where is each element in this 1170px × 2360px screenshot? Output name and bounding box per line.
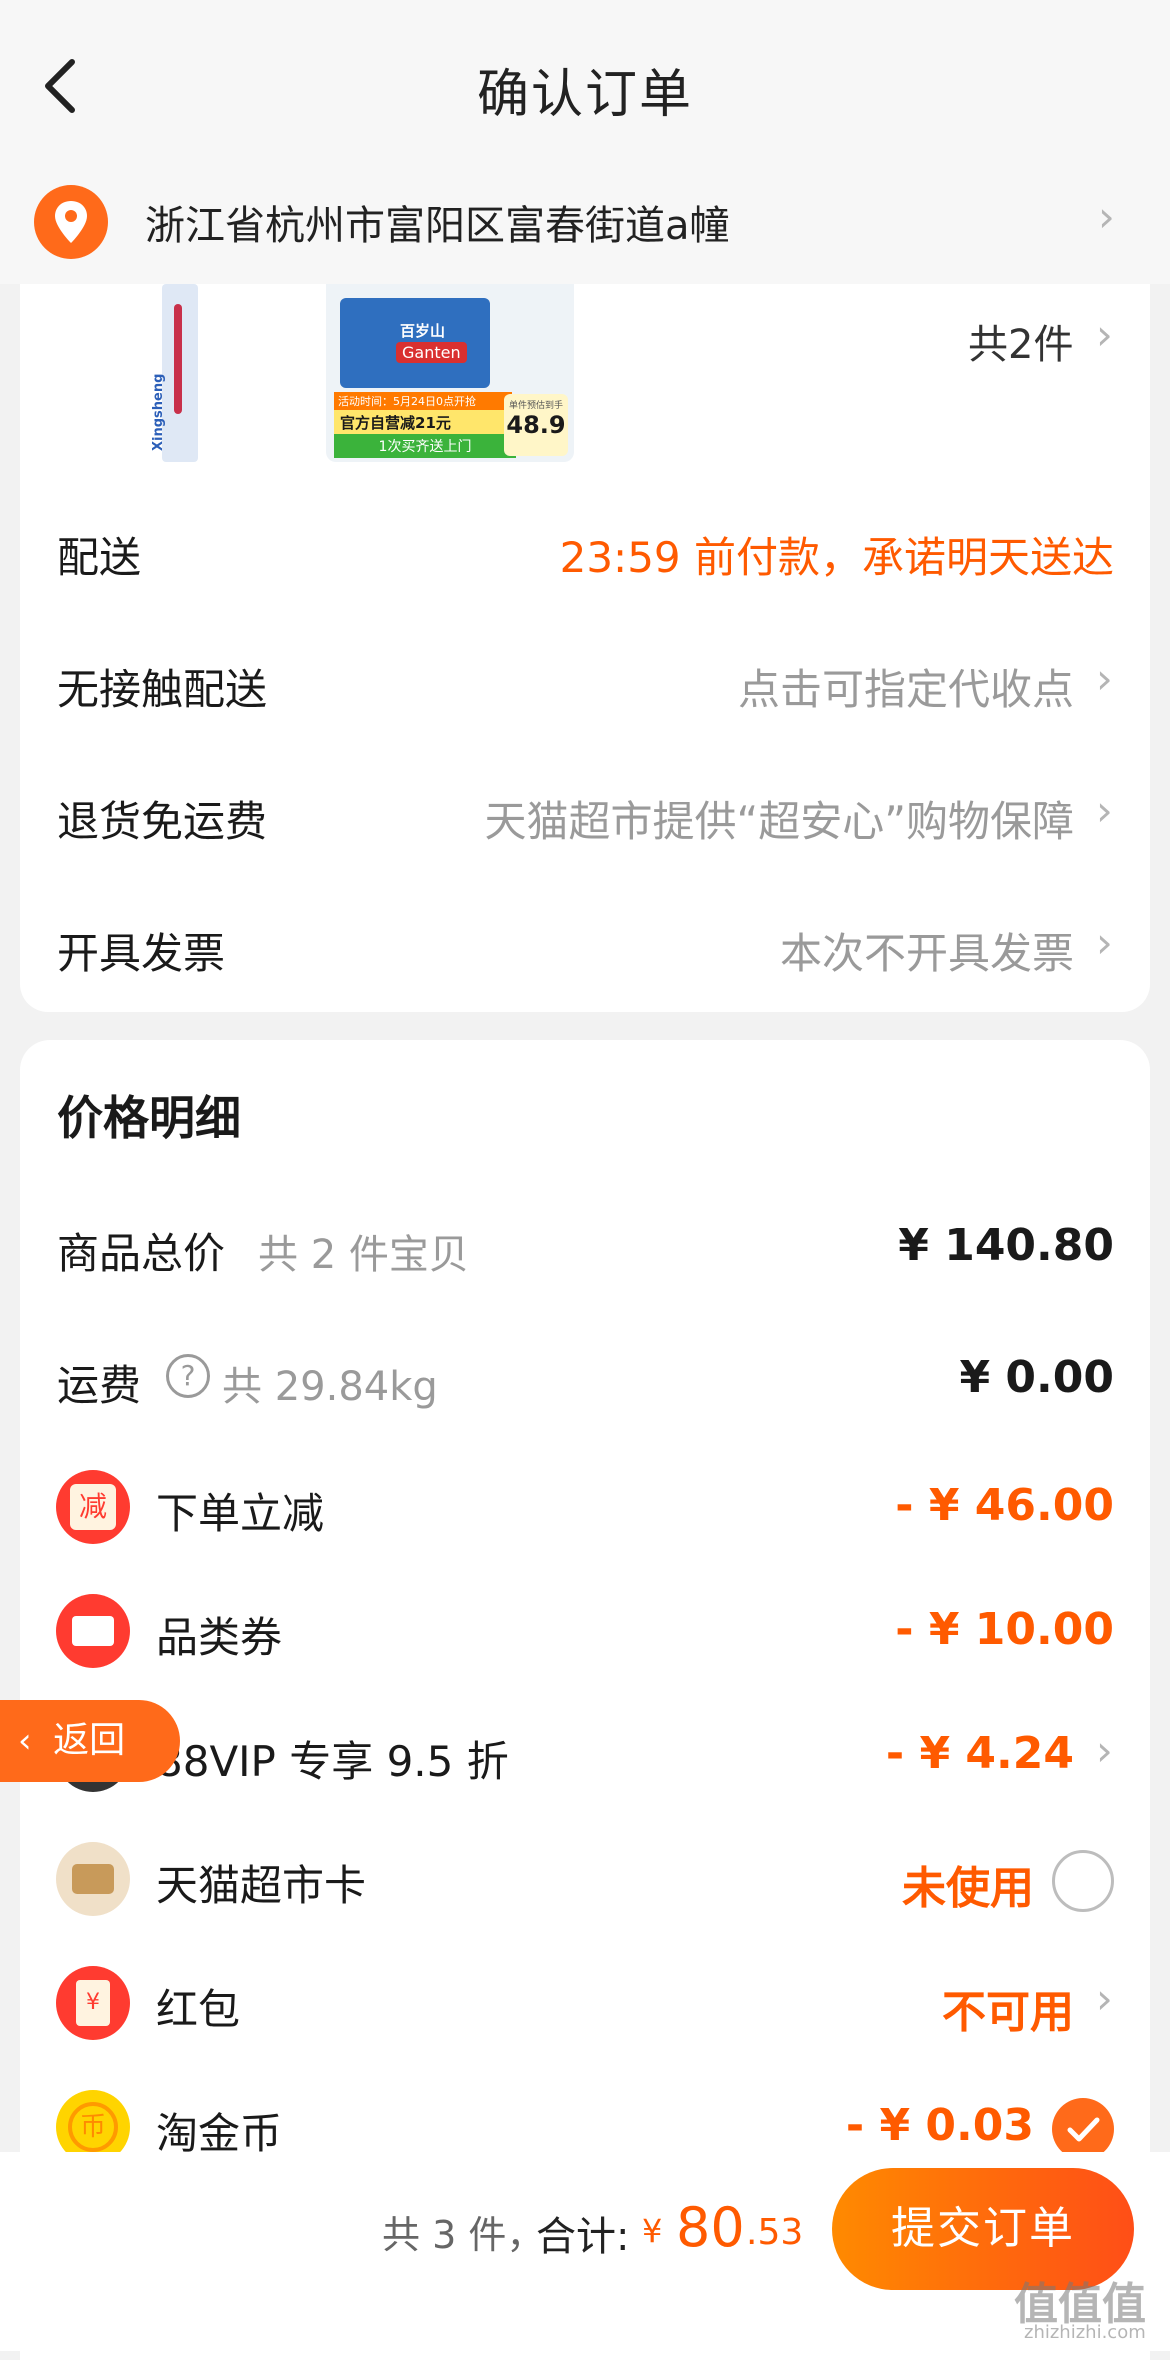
promo-tag: 活动时间：5月24日0点开抢 <box>334 392 512 410</box>
card-toggle-radio[interactable] <box>1052 1850 1114 1912</box>
page-title: 确认订单 <box>476 65 693 125</box>
discount-value-vip[interactable]: - ¥ 4.24 <box>740 1728 1074 1779</box>
invoice-chevron-icon: › <box>1096 918 1113 967</box>
brand-cn: 百岁山 <box>400 322 446 340</box>
discount-label-category: 品类券 <box>156 1613 283 1662</box>
shipping-value: ¥ 0.00 <box>959 1352 1115 1403</box>
checkout-currency: ¥ <box>642 2212 663 2250</box>
price-box: 单件预估到手 48.9 <box>504 394 568 456</box>
discount-label-order: 下单立减 <box>156 1489 325 1538</box>
price-box-label: 单件预估到手 <box>508 401 563 411</box>
promo-line1: 官方自营减21元 <box>334 410 516 435</box>
watermark-en: zhizhizhi.com <box>1024 2322 1146 2343</box>
coin-checkbox-checked[interactable] <box>1052 2098 1114 2160</box>
subtotal-label: 商品总价 <box>57 1229 226 1278</box>
checkout-total-label: 合计: <box>536 2214 630 2260</box>
location-pin-icon <box>34 185 108 259</box>
minus-coupon-icon: 减 <box>56 1470 130 1544</box>
red-packet-icon: ¥ <box>56 1966 130 2040</box>
item-count-chevron-icon: › <box>1096 310 1113 359</box>
shipping-sub: 共 29.84kg <box>222 1364 438 1410</box>
discount-value-card: 未使用 <box>902 1863 1034 1914</box>
vip-chevron-icon: › <box>1096 1726 1113 1775</box>
discount-label-card: 天猫超市卡 <box>156 1861 367 1910</box>
item-count[interactable]: 共2件 <box>968 312 1073 370</box>
shipping-label: 运费 <box>57 1361 142 1410</box>
subtotal-value: ¥ 140.80 <box>898 1220 1114 1271</box>
checkout-total-int: 80 <box>676 2196 745 2259</box>
return-chevron-icon: › <box>1096 786 1113 835</box>
promo-line2: 1次买齐送上门 <box>334 434 516 458</box>
toothbrush-brand: Xingsheng <box>151 373 166 451</box>
contactless-chevron-icon: › <box>1096 654 1113 703</box>
discount-value-category: - ¥ 10.00 <box>895 1604 1114 1655</box>
help-icon[interactable]: ? <box>166 1354 210 1398</box>
float-back-button[interactable]: ‹ 返回 <box>0 1700 180 1782</box>
option-label-invoice: 开具发票 <box>57 929 226 978</box>
option-label-contactless: 无接触配送 <box>57 665 268 714</box>
water-product-image[interactable]: Ganten 百岁山 活动时间：5月24日0点开抢 官方自营减21元 1次买齐送… <box>326 284 574 462</box>
checkout-total-dec: .53 <box>746 2212 804 2253</box>
toothbrush-image[interactable]: Xingsheng <box>150 284 210 462</box>
option-label-return: 退货免运费 <box>57 797 268 846</box>
discount-label-redpacket: 红包 <box>156 1985 241 2034</box>
redpacket-chevron-icon: › <box>1096 1974 1113 2023</box>
discount-label-vip: 88VIP 专享 9.5 折 <box>156 1737 509 1786</box>
float-back-label: 返回 <box>53 1720 126 1761</box>
discount-value-redpacket[interactable]: 不可用 <box>740 1976 1074 2040</box>
card-icon <box>56 1842 130 1916</box>
option-value-delivery: 23:59 前付款，承诺明天送达 <box>559 533 1114 582</box>
checkout-count: 共 3 件， <box>382 2213 545 2257</box>
discount-value-coin: - ¥ 0.03 <box>845 2100 1034 2151</box>
address-text: 浙江省杭州市富阳区富春街道a幢 <box>145 203 730 249</box>
subtotal-sub: 共 2 件宝贝 <box>258 1232 469 1278</box>
address-chevron-icon: › <box>1098 192 1115 241</box>
brand-en: Ganten <box>396 342 467 363</box>
option-value-invoice[interactable]: 本次不开具发票 <box>440 920 1074 981</box>
ticket-icon <box>56 1594 130 1668</box>
float-back-chevron-icon: ‹ <box>18 1721 32 1761</box>
option-label-delivery: 配送 <box>57 533 142 582</box>
price-detail-title: 价格明细 <box>57 1091 241 1145</box>
option-value-contactless[interactable]: 点击可指定代收点 <box>440 656 1074 717</box>
discount-value-order: - ¥ 46.00 <box>895 1480 1114 1531</box>
option-value-return[interactable]: 天猫超市提供“超安心”购物保障 <box>380 788 1074 849</box>
price-box-value: 48.9 <box>506 411 566 439</box>
